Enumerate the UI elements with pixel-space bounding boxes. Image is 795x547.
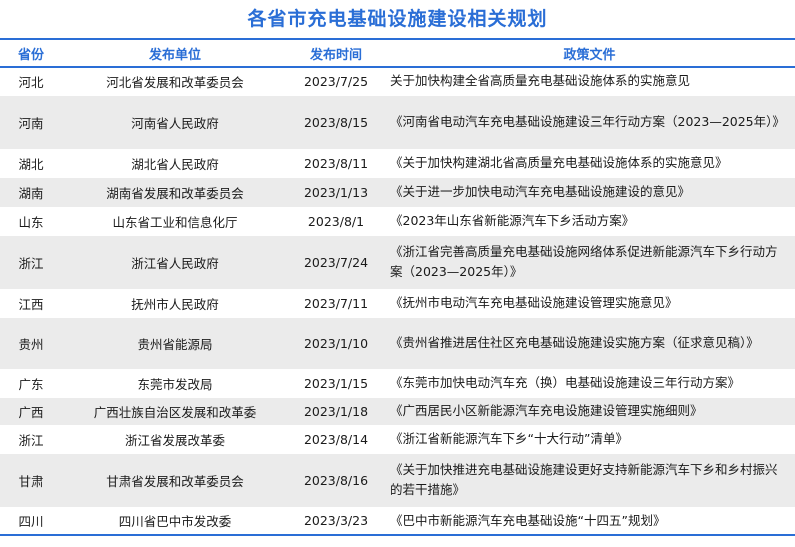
cell-province: 浙江 bbox=[0, 235, 62, 289]
cell-date: 2023/8/16 bbox=[288, 453, 384, 507]
cell-unit: 河南省人民政府 bbox=[62, 95, 288, 149]
cell-date: 2023/8/11 bbox=[288, 149, 384, 177]
cell-date: 2023/7/11 bbox=[288, 289, 384, 317]
table-row: 河南 河南省人民政府 2023/8/15 《河南省电动汽车充电基础设施建设三年行动方案… bbox=[0, 95, 795, 149]
cell-doc: 《东莞市加快电动汽车充（换）电基础设施建设三年行动方案》 bbox=[384, 369, 795, 397]
cell-province: 河北 bbox=[0, 67, 62, 95]
table-row: 湖北 湖北省人民政府 2023/8/11 《关于加快构建湖北省高质量充电基础设施体系的… bbox=[0, 149, 795, 177]
table-row: 浙江 浙江省人民政府 2023/7/24 《浙江省完善高质量充电基础设施网络体系促进新… bbox=[0, 235, 795, 289]
cell-date: 2023/8/14 bbox=[288, 425, 384, 453]
cell-date: 2023/1/15 bbox=[288, 369, 384, 397]
cell-unit: 甘肃省发展和改革委员会 bbox=[62, 453, 288, 507]
cell-doc: 《浙江省完善高质量充电基础设施网络体系促进新能源汽车下乡行动方案（2023—20… bbox=[384, 235, 795, 289]
cell-unit: 山东省工业和信息化厅 bbox=[62, 207, 288, 235]
column-header-province: 省份 bbox=[0, 38, 62, 68]
cell-province: 浙江 bbox=[0, 425, 62, 453]
table-row: 贵州 贵州省能源局 2023/1/10 《贵州省推进居住社区充电基础设施建设实施方案（… bbox=[0, 317, 795, 369]
cell-date: 2023/7/24 bbox=[288, 235, 384, 289]
cell-date: 2023/1/18 bbox=[288, 397, 384, 425]
cell-date: 2023/8/15 bbox=[288, 95, 384, 149]
cell-province: 广东 bbox=[0, 369, 62, 397]
table-row: 广西 广西壮族自治区发展和改革委 2023/1/18 《广西居民小区新能源汽车充电设施… bbox=[0, 397, 795, 425]
cell-date: 2023/1/10 bbox=[288, 317, 384, 369]
table-row: 湖南 湖南省发展和改革委员会 2023/1/13 《关于进一步加快电动汽车充电基础设施… bbox=[0, 177, 795, 207]
cell-province: 河南 bbox=[0, 95, 62, 149]
cell-date: 2023/3/23 bbox=[288, 507, 384, 536]
page-title: 各省市充电基础设施建设相关规划 bbox=[247, 8, 548, 30]
table-row: 甘肃 甘肃省发展和改革委员会 2023/8/16 《关于加快推进充电基础设施建设更好支… bbox=[0, 453, 795, 507]
table-row: 河北 河北省发展和改革委员会 2023/7/25 关于加快构建全省高质量充电基础设施体… bbox=[0, 67, 795, 95]
cell-unit: 浙江省发展改革委 bbox=[62, 425, 288, 453]
cell-date: 2023/7/25 bbox=[288, 67, 384, 95]
cell-doc: 《广西居民小区新能源汽车充电设施建设管理实施细则》 bbox=[384, 397, 795, 425]
cell-province: 甘肃 bbox=[0, 453, 62, 507]
cell-unit: 贵州省能源局 bbox=[62, 317, 288, 369]
table-row: 江西 抚州市人民政府 2023/7/11 《抚州市电动汽车充电基础设施建设管理实施意见… bbox=[0, 289, 795, 317]
cell-unit: 湖南省发展和改革委员会 bbox=[62, 177, 288, 207]
page: 各省市充电基础设施建设相关规划 省份 发布单位 发布时间 政策文件 河北 河北省发… bbox=[0, 0, 795, 547]
table-row: 四川 四川省巴中市发改委 2023/3/23 《巴中市新能源汽车充电基础设施“十四五”… bbox=[0, 507, 795, 536]
cell-unit: 抚州市人民政府 bbox=[62, 289, 288, 317]
table-body: 河北 河北省发展和改革委员会 2023/7/25 关于加快构建全省高质量充电基础设施体… bbox=[0, 67, 795, 536]
cell-doc: 《巴中市新能源汽车充电基础设施“十四五”规划》 bbox=[384, 507, 795, 536]
table-row: 山东 山东省工业和信息化厅 2023/8/1 《2023年山东省新能源汽车下乡活动方案… bbox=[0, 207, 795, 235]
cell-doc: 《贵州省推进居住社区充电基础设施建设实施方案（征求意见稿）》 bbox=[384, 317, 795, 369]
cell-doc: 《关于加快推进充电基础设施建设更好支持新能源汽车下乡和乡村振兴的若干措施》 bbox=[384, 453, 795, 507]
cell-unit: 四川省巴中市发改委 bbox=[62, 507, 288, 536]
column-header-unit: 发布单位 bbox=[62, 38, 288, 68]
cell-province: 湖南 bbox=[0, 177, 62, 207]
cell-province: 贵州 bbox=[0, 317, 62, 369]
cell-province: 湖北 bbox=[0, 149, 62, 177]
table-row: 浙江 浙江省发展改革委 2023/8/14 《浙江省新能源汽车下乡“十大行动”清单》 bbox=[0, 425, 795, 453]
cell-doc: 《关于加快构建湖北省高质量充电基础设施体系的实施意见》 bbox=[384, 149, 795, 177]
cell-unit: 广西壮族自治区发展和改革委 bbox=[62, 397, 288, 425]
cell-unit: 东莞市发改局 bbox=[62, 369, 288, 397]
cell-date: 2023/1/13 bbox=[288, 177, 384, 207]
cell-doc: 《2023年山东省新能源汽车下乡活动方案》 bbox=[384, 207, 795, 235]
cell-province: 山东 bbox=[0, 207, 62, 235]
column-header-date: 发布时间 bbox=[288, 38, 384, 68]
cell-unit: 浙江省人民政府 bbox=[62, 235, 288, 289]
cell-doc: 《关于进一步加快电动汽车充电基础设施建设的意见》 bbox=[384, 177, 795, 207]
cell-doc: 《河南省电动汽车充电基础设施建设三年行动方案（2023—2025年）》 bbox=[384, 95, 795, 149]
column-header-doc: 政策文件 bbox=[384, 38, 795, 68]
header-row: 省份 发布单位 发布时间 政策文件 bbox=[0, 38, 795, 68]
cell-doc: 《浙江省新能源汽车下乡“十大行动”清单》 bbox=[384, 425, 795, 453]
policy-table: 省份 发布单位 发布时间 政策文件 河北 河北省发展和改革委员会 2023/7/25… bbox=[0, 38, 795, 536]
cell-unit: 湖北省人民政府 bbox=[62, 149, 288, 177]
cell-doc: 关于加快构建全省高质量充电基础设施体系的实施意见 bbox=[384, 67, 795, 95]
table-header: 省份 发布单位 发布时间 政策文件 bbox=[0, 38, 795, 68]
cell-date: 2023/8/1 bbox=[288, 207, 384, 235]
cell-province: 广西 bbox=[0, 397, 62, 425]
cell-doc: 《抚州市电动汽车充电基础设施建设管理实施意见》 bbox=[384, 289, 795, 317]
table-row: 广东 东莞市发改局 2023/1/15 《东莞市加快电动汽车充（换）电基础设施建设三年… bbox=[0, 369, 795, 397]
cell-province: 江西 bbox=[0, 289, 62, 317]
cell-unit: 河北省发展和改革委员会 bbox=[62, 67, 288, 95]
cell-province: 四川 bbox=[0, 507, 62, 536]
